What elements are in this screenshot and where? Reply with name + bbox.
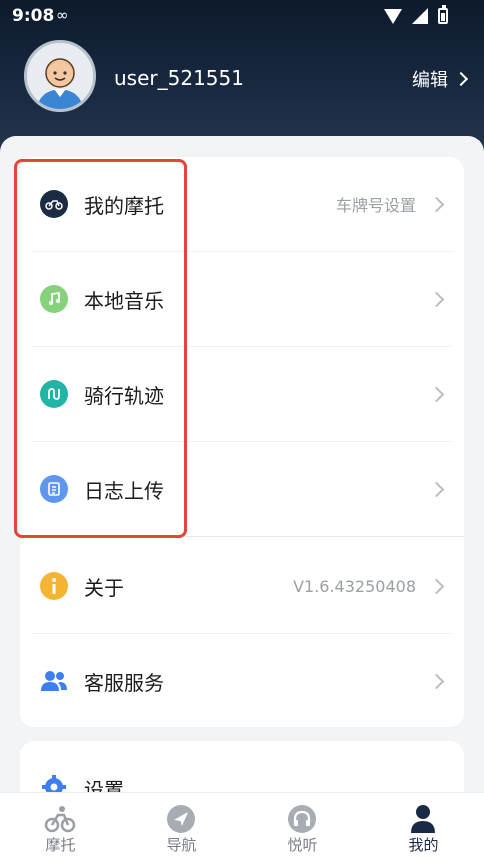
tab-bar: 摩托 导航 悦听 我的 bbox=[0, 792, 484, 861]
tab-motorcycle[interactable]: 摩托 bbox=[0, 793, 121, 861]
customer-service-icon bbox=[40, 667, 68, 695]
wifi-icon bbox=[384, 8, 402, 24]
status-icons bbox=[384, 5, 448, 24]
chevron-right-icon bbox=[428, 673, 445, 689]
status-extra-icon: ∞ bbox=[56, 6, 69, 24]
group-divider bbox=[185, 536, 464, 537]
profile-row[interactable]: user_521551 编辑 bbox=[0, 40, 484, 114]
edit-label: 编辑 bbox=[412, 70, 448, 91]
chevron-right-icon bbox=[428, 196, 445, 212]
tab-mine[interactable]: 我的 bbox=[363, 793, 484, 861]
tab-label: 我的 bbox=[408, 836, 439, 854]
menu-item-customer-service[interactable]: 客服服务 bbox=[20, 634, 464, 728]
username: user_521551 bbox=[114, 66, 244, 90]
tab-label: 导航 bbox=[166, 836, 197, 854]
status-bar: 9:08 ∞ bbox=[0, 0, 484, 34]
chevron-right-icon bbox=[428, 481, 445, 497]
chevron-right-icon bbox=[428, 386, 445, 402]
motorcycle-tab-icon bbox=[44, 803, 76, 835]
chevron-right-icon bbox=[428, 578, 445, 594]
plate-setting-value: 车牌号设置 bbox=[335, 196, 416, 215]
menu-item-label: 关于 bbox=[84, 575, 124, 600]
chevron-right-icon bbox=[428, 291, 445, 307]
status-time: 9:08 bbox=[12, 6, 55, 26]
highlight-box bbox=[14, 159, 187, 538]
avatar[interactable] bbox=[24, 40, 96, 112]
tab-label: 摩托 bbox=[45, 836, 76, 854]
signal-icon bbox=[412, 8, 428, 24]
tab-label: 悦听 bbox=[287, 836, 318, 854]
navigation-icon bbox=[165, 803, 197, 835]
tab-listen[interactable]: 悦听 bbox=[242, 793, 363, 861]
info-icon bbox=[40, 572, 68, 600]
tab-navigation[interactable]: 导航 bbox=[121, 793, 242, 861]
headphones-icon bbox=[286, 803, 318, 835]
profile-icon bbox=[407, 803, 439, 835]
chevron-right-icon bbox=[453, 71, 469, 87]
edit-profile-button[interactable]: 编辑 bbox=[412, 66, 469, 92]
app-version-value: V1.6.43250408 bbox=[293, 576, 416, 596]
battery-icon bbox=[438, 5, 448, 24]
menu-item-about[interactable]: 关于 V1.6.43250408 bbox=[20, 539, 464, 633]
menu-item-label: 客服服务 bbox=[84, 670, 164, 695]
